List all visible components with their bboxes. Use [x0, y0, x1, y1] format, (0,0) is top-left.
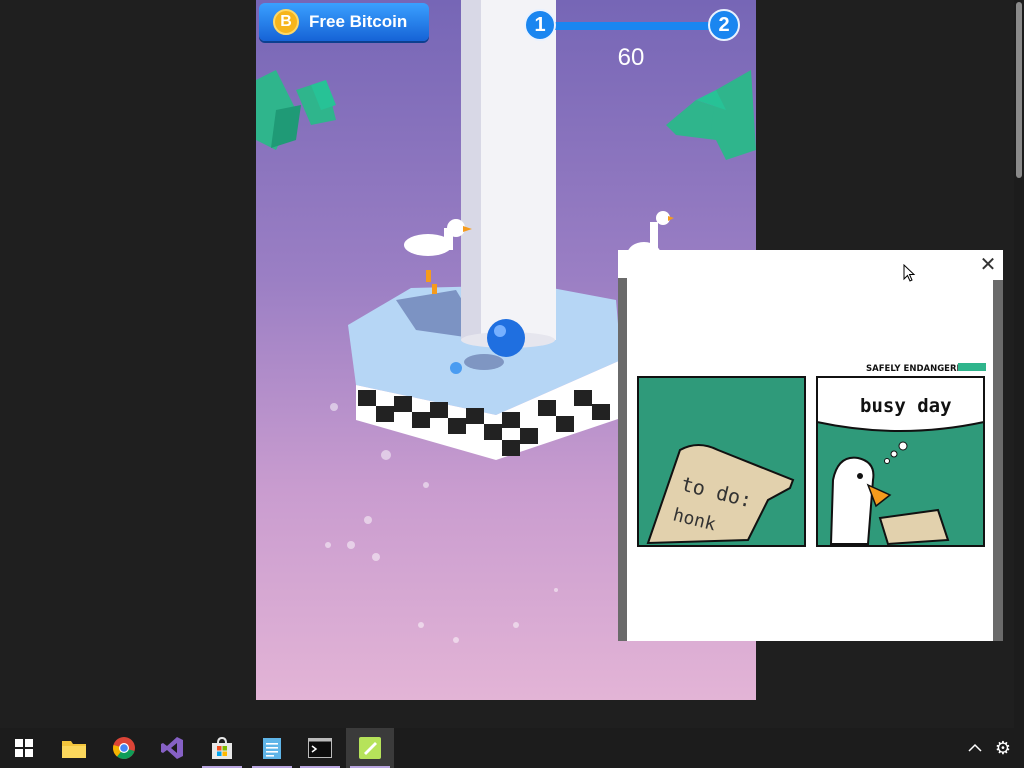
- next-level-badge: 2: [708, 9, 740, 41]
- terminal-icon: [308, 738, 332, 758]
- taskbar-microsoft-store[interactable]: [198, 728, 246, 768]
- settings-button[interactable]: ⚙: [988, 728, 1018, 768]
- player-ball: [487, 319, 525, 357]
- close-ad-button[interactable]: ✕: [977, 254, 999, 276]
- comic-ad-image[interactable]: to do: honk busy day SAFELY ENDANGERED: [618, 250, 1003, 641]
- taskbar-notepad[interactable]: [248, 728, 296, 768]
- windows-logo-icon: [15, 739, 33, 757]
- mouse-cursor-icon: [903, 264, 916, 282]
- current-level-badge: 1: [524, 9, 556, 41]
- chrome-icon: [113, 737, 135, 759]
- game-app-icon: [359, 737, 381, 759]
- taskbar-visual-studio[interactable]: [148, 728, 196, 768]
- taskbar: ⚙: [0, 728, 1024, 768]
- store-icon: [212, 736, 232, 759]
- ad-popup[interactable]: to do: honk busy day SAFELY ENDANGERED ✕: [618, 250, 1003, 641]
- left-bush: [256, 70, 336, 150]
- scrollbar-thumb[interactable]: [1016, 2, 1022, 178]
- taskbar-chrome[interactable]: [100, 728, 148, 768]
- busy-day-text: busy day: [860, 395, 952, 417]
- score-counter: 60: [617, 44, 645, 71]
- level-progress-track: [540, 22, 724, 30]
- start-button[interactable]: [0, 728, 48, 768]
- right-bush: [666, 70, 756, 160]
- ad-brand-label: SAFELY ENDANGERED: [866, 364, 969, 374]
- vertical-scrollbar[interactable]: [1014, 0, 1024, 728]
- free-bitcoin-button[interactable]: B Free Bitcoin: [259, 3, 429, 41]
- notepad-icon: [263, 738, 281, 759]
- chevron-up-icon: [968, 743, 982, 752]
- brand-badge: [958, 363, 986, 371]
- bitcoin-icon: B: [273, 9, 299, 35]
- taskbar-game-app[interactable]: [346, 728, 394, 768]
- gear-icon: ⚙: [994, 737, 1012, 758]
- taskbar-terminal[interactable]: [296, 728, 344, 768]
- free-bitcoin-label: Free Bitcoin: [309, 12, 408, 31]
- visual-studio-icon: [161, 737, 183, 759]
- folder-icon: [62, 741, 86, 758]
- taskbar-file-explorer[interactable]: [50, 728, 98, 768]
- level-progress-bar: 1 2: [524, 9, 740, 43]
